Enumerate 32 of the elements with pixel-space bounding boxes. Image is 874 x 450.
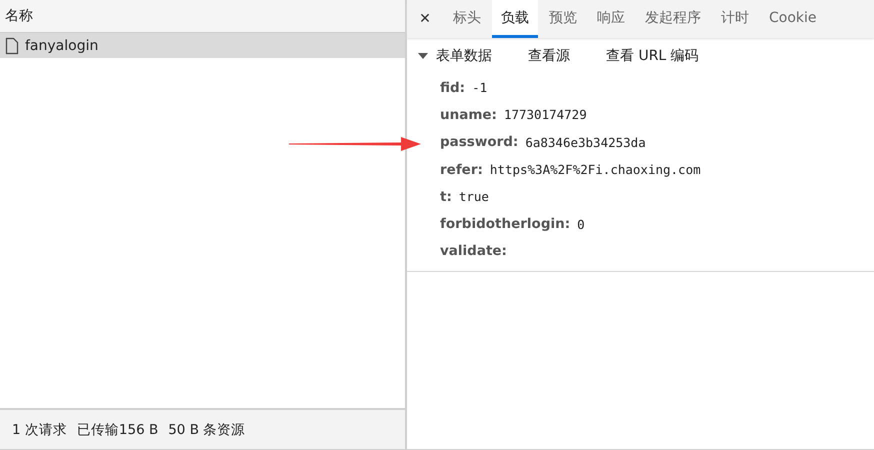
status-text: 已传输156 B	[76, 420, 158, 438]
tab[interactable]: 预览	[540, 0, 586, 38]
view-link[interactable]: 查看 URL 编码	[606, 47, 699, 65]
field-key: t:	[440, 188, 452, 205]
field-key: validate:	[440, 243, 507, 260]
tab[interactable]: 计时	[712, 0, 758, 38]
tab[interactable]: 标头	[444, 0, 490, 38]
field-key: refer:	[440, 162, 483, 178]
field-key: password:	[440, 134, 518, 150]
tab[interactable]: Cookie	[760, 0, 826, 38]
request-row[interactable]: fanyalogin	[0, 33, 405, 58]
field-value: 0	[577, 216, 585, 232]
view-link[interactable]: 查看源	[528, 47, 570, 65]
field-value: true	[458, 189, 489, 204]
field-value: -1	[472, 80, 488, 96]
file-icon	[5, 36, 19, 54]
field-key: uname:	[440, 106, 497, 123]
field-value: 6a8346e3b34253da	[525, 134, 646, 150]
field-value: https%3A%2F%2Fi.chaoxing.com	[490, 162, 701, 178]
status-text: 50 B 条资源	[168, 420, 246, 438]
tab[interactable]: 负载	[492, 0, 538, 38]
close-button[interactable]: ✕	[407, 0, 443, 38]
tab[interactable]: 响应	[588, 0, 634, 38]
field-key: forbidotherlogin:	[440, 216, 570, 232]
section-toggle[interactable]: 表单数据	[418, 47, 492, 65]
column-header[interactable]: 名称	[5, 7, 33, 25]
tab[interactable]: 发起程序	[636, 0, 710, 38]
section-title: 表单数据	[436, 47, 492, 65]
status-text: 1 次请求	[12, 420, 67, 438]
field-value: 17730174729	[504, 107, 587, 122]
triangle-icon	[418, 52, 428, 60]
field-key: fid:	[440, 80, 466, 96]
